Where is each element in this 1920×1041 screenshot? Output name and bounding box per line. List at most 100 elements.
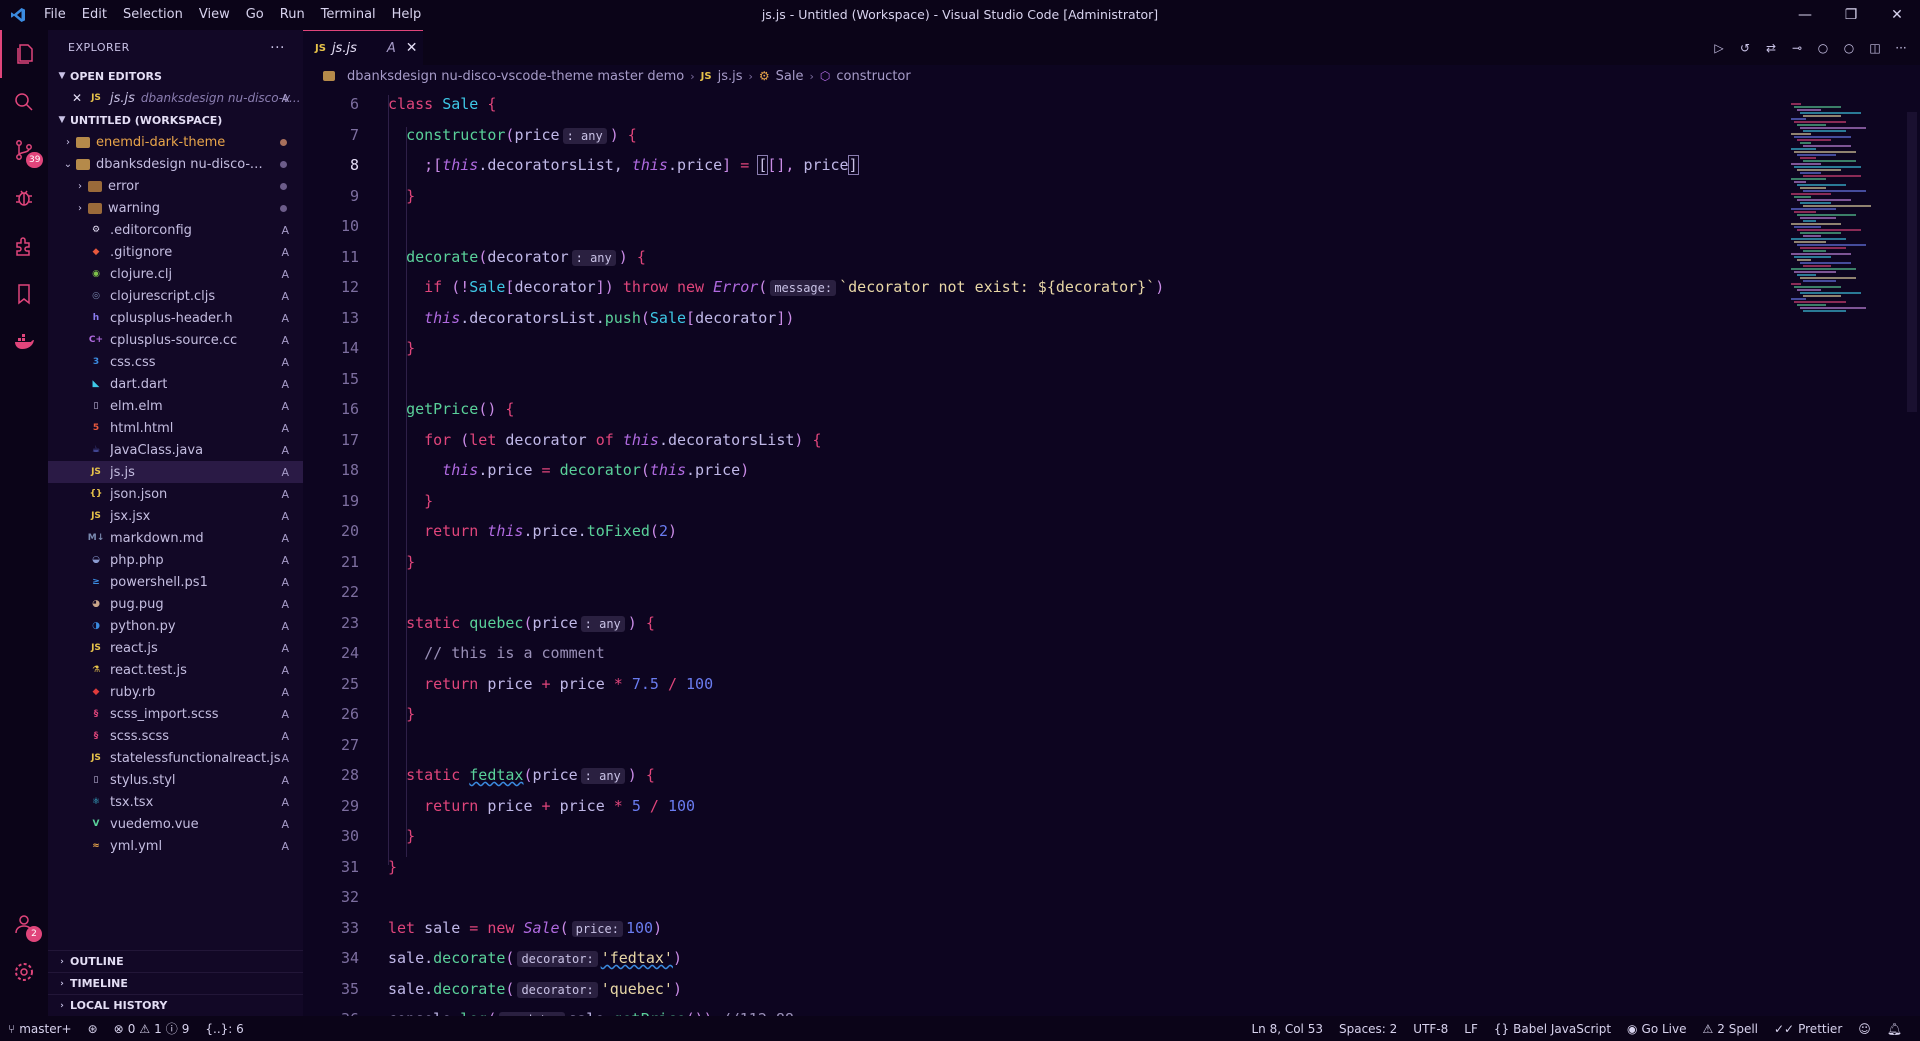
outline-section[interactable]: › OUTLINE <box>48 950 303 972</box>
menu-file[interactable]: File <box>36 0 74 30</box>
file-item[interactable]: ◕ pug.pug A <box>48 593 303 615</box>
close-window-icon[interactable]: ✕ <box>1874 0 1920 30</box>
vscode-logo-icon[interactable] <box>0 0 36 30</box>
file-name: dart.dart <box>110 376 168 392</box>
history-icon[interactable]: ↺ <box>1736 39 1754 57</box>
file-item[interactable]: M↓ markdown.md A <box>48 527 303 549</box>
file-item[interactable]: 3 css.css A <box>48 351 303 373</box>
line-number: 30 <box>340 827 359 845</box>
git-commit-icon[interactable]: ⊸ <box>1788 39 1806 57</box>
prettier-status[interactable]: ✓✓ Prettier <box>1766 1022 1850 1036</box>
more-actions-icon[interactable]: ··· <box>1892 39 1910 57</box>
minimap-line <box>1803 280 1836 282</box>
menu-go[interactable]: Go <box>238 0 272 30</box>
minimap[interactable] <box>1783 87 1903 1016</box>
sync-icon[interactable]: ⊛ <box>80 1022 106 1036</box>
run-icon[interactable]: ▷ <box>1710 39 1728 57</box>
vertical-scrollbar[interactable] <box>1907 112 1917 412</box>
code-text: constructor(price: any) { <box>406 125 637 144</box>
search-icon[interactable] <box>0 78 48 126</box>
folder-warning[interactable]: › warning <box>48 197 303 219</box>
minimap-line <box>1794 166 1861 168</box>
menu-terminal[interactable]: Terminal <box>313 0 384 30</box>
close-editor-icon[interactable]: ✕ <box>72 91 88 105</box>
workspace-root-enemdi[interactable]: › enemdi-dark-theme <box>48 131 303 153</box>
workspace-section[interactable]: ▼ UNTITLED (WORKSPACE) <box>48 109 303 131</box>
extensions-icon[interactable] <box>0 222 48 270</box>
restore-icon[interactable]: ❐ <box>1828 0 1874 30</box>
more-actions-icon[interactable]: ··· <box>270 40 285 56</box>
minimize-icon[interactable]: — <box>1782 0 1828 30</box>
breadcrumb-class[interactable]: Sale <box>776 69 804 84</box>
accounts-icon[interactable]: 2 <box>0 900 48 948</box>
file-item[interactable]: ▯ elm.elm A <box>48 395 303 417</box>
menu-view[interactable]: View <box>191 0 238 30</box>
file-item[interactable]: ◑ python.py A <box>48 615 303 637</box>
spell-check-status[interactable]: ⚠ 2 Spell <box>1695 1022 1767 1036</box>
next-change-icon[interactable]: ○ <box>1840 39 1858 57</box>
file-item[interactable]: Vvuedemo.vue A <box>48 813 303 835</box>
problems-status[interactable]: ⊗ 0 ⚠ 1 ⓘ 9 <box>106 1020 198 1037</box>
timeline-section[interactable]: › TIMELINE <box>48 972 303 994</box>
file-item[interactable]: h cplusplus-header.h A <box>48 307 303 329</box>
compare-changes-icon[interactable]: ⇄ <box>1762 39 1780 57</box>
bookmark-icon[interactable] <box>0 270 48 318</box>
file-item[interactable]: {} json.json A <box>48 483 303 505</box>
code-editor[interactable]: 6 class Sale {7 constructor(price: any) {… <box>303 87 1783 1028</box>
file-item[interactable]: § scss.scss A <box>48 725 303 747</box>
split-editor-icon[interactable]: ◫ <box>1866 39 1884 57</box>
previous-change-icon[interactable]: ○ <box>1814 39 1832 57</box>
file-item[interactable]: ◣ dart.dart A <box>48 373 303 395</box>
source-control-icon[interactable]: 39 <box>0 126 48 174</box>
file-item[interactable]: ◒ php.php A <box>48 549 303 571</box>
file-item[interactable]: JS jsx.jsx A <box>48 505 303 527</box>
encoding-status[interactable]: UTF-8 <box>1405 1022 1456 1036</box>
open-editors-section[interactable]: ▼ OPEN EDITORS <box>48 65 303 87</box>
file-item[interactable]: ◆ ruby.rb A <box>48 681 303 703</box>
folder-error[interactable]: › error <box>48 175 303 197</box>
branch-status[interactable]: ⑂ master+ <box>0 1022 80 1036</box>
file-item[interactable]: JS statelessfunctionalreact.js A <box>48 747 303 769</box>
language-mode[interactable]: {} Babel JavaScript <box>1486 1022 1619 1036</box>
file-item[interactable]: ⚗ react.test.js A <box>48 659 303 681</box>
close-tab-icon[interactable]: ✕ <box>406 40 418 56</box>
file-item[interactable]: ≥ powershell.ps1 A <box>48 571 303 593</box>
file-item[interactable]: § scss_import.scss A <box>48 703 303 725</box>
file-item[interactable]: JS js.js A <box>48 461 303 483</box>
file-item[interactable]: ◎ clojurescript.cljs A <box>48 285 303 307</box>
breadcrumb-folder[interactable]: dbanksdesign nu-disco-vscode-theme maste… <box>347 69 684 84</box>
open-editor-item[interactable]: ✕ JS js.js dbanksdesign nu-disco-v... A <box>48 87 303 109</box>
file-item[interactable]: 5 html.html A <box>48 417 303 439</box>
workspace-root-nu-disco[interactable]: ⌄ dbanksdesign nu-disco-vsc... <box>48 153 303 175</box>
eol-status[interactable]: LF <box>1456 1022 1486 1036</box>
go-live-button[interactable]: ◉ Go Live <box>1619 1022 1694 1036</box>
docker-icon[interactable] <box>0 318 48 366</box>
file-item[interactable]: ⚙ .editorconfig A <box>48 219 303 241</box>
breadcrumb-file[interactable]: js.js <box>718 69 743 84</box>
file-item[interactable]: C+ cplusplus-source.cc A <box>48 329 303 351</box>
cursor-position[interactable]: Ln 8, Col 53 <box>1243 1022 1331 1036</box>
feedback-icon[interactable]: ☺ <box>1850 1022 1879 1036</box>
file-item[interactable]: ◆ .gitignore A <box>48 241 303 263</box>
selection-status[interactable]: {..}: 6 <box>197 1022 251 1036</box>
file-item[interactable]: ▯ stylus.styl A <box>48 769 303 791</box>
activity-bar: 39 2 <box>0 30 48 1016</box>
notifications-bell-icon[interactable]: 🔔︎ <box>1879 1022 1910 1036</box>
file-item[interactable]: ≈ yml.yml A <box>48 835 303 857</box>
tab-js-js[interactable]: JS js.js A ✕ <box>303 30 423 65</box>
debug-icon[interactable] <box>0 174 48 222</box>
file-item[interactable]: ⚛ tsx.tsx A <box>48 791 303 813</box>
settings-gear-icon[interactable] <box>0 948 48 996</box>
menu-edit[interactable]: Edit <box>74 0 115 30</box>
breadcrumb-method[interactable]: constructor <box>836 69 910 84</box>
explorer-icon[interactable] <box>0 30 48 78</box>
file-item[interactable]: ◉ clojure.clj A <box>48 263 303 285</box>
menu-run[interactable]: Run <box>272 0 313 30</box>
menu-selection[interactable]: Selection <box>115 0 191 30</box>
local-history-section[interactable]: › LOCAL HISTORY <box>48 994 303 1016</box>
menu-help[interactable]: Help <box>384 0 430 30</box>
file-item[interactable]: ☕ JavaClass.java A <box>48 439 303 461</box>
indentation-status[interactable]: Spaces: 2 <box>1331 1022 1405 1036</box>
file-item[interactable]: JS react.js A <box>48 637 303 659</box>
git-status-badge: A <box>281 333 289 347</box>
